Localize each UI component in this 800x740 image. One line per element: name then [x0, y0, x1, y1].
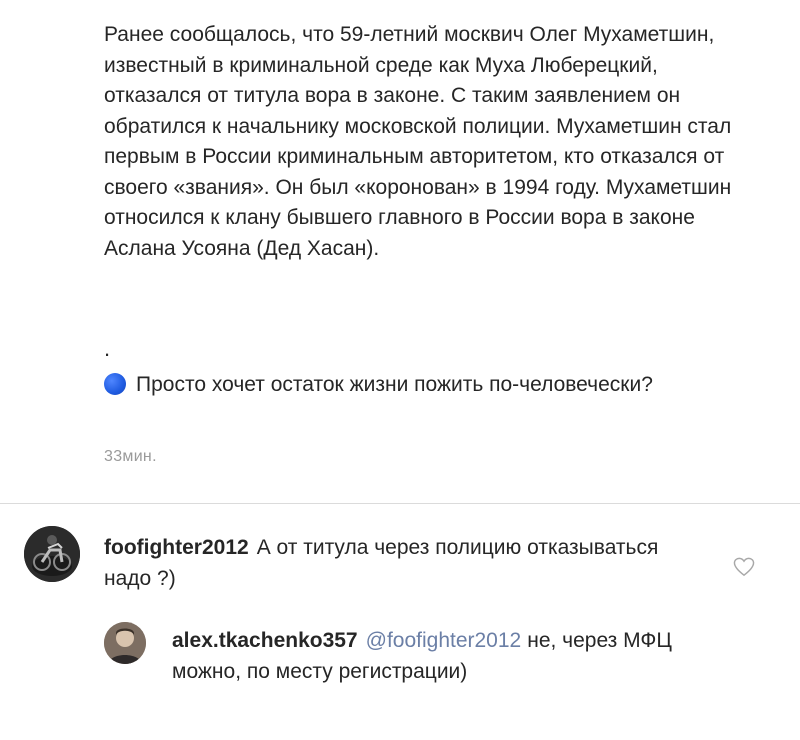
person-icon: [104, 622, 146, 664]
reply-mention-link[interactable]: @foofighter2012: [366, 629, 522, 652]
reply-username[interactable]: alex.tkachenko357: [172, 629, 358, 652]
comment-body: foofighter2012 А от титула через полицию …: [104, 532, 664, 594]
motorcycle-icon: [24, 526, 80, 582]
caption-text: Ранее сообщалось, что 59-летний москвич …: [104, 23, 732, 260]
reply-avatar[interactable]: [104, 622, 146, 664]
caption-question: Просто хочет остаток жизни пожить по-чел…: [104, 370, 704, 400]
avatar[interactable]: [24, 526, 80, 582]
post-caption: Ранее сообщалось, что 59-летний москвич …: [104, 20, 754, 264]
blue-circle-icon: [104, 373, 126, 395]
comment-username[interactable]: foofighter2012: [104, 536, 249, 559]
heart-icon[interactable]: [733, 557, 755, 577]
caption-separator-dot: .: [104, 336, 111, 361]
divider: [0, 503, 800, 504]
post-timestamp: 33мин.: [104, 448, 157, 465]
question-text: Просто хочет остаток жизни пожить по-чел…: [136, 373, 653, 396]
reply-body: alex.tkachenko357 @foofighter2012 не, чере…: [172, 625, 692, 687]
